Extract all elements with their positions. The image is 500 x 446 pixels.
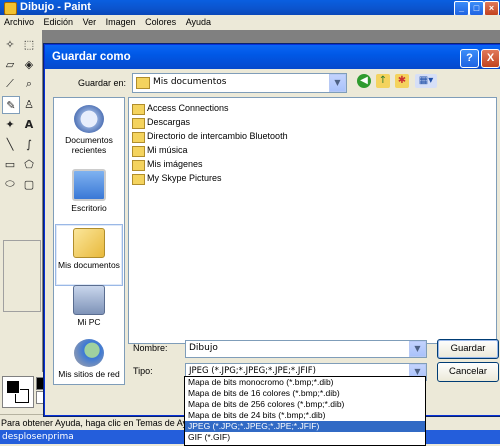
menu-edicion[interactable]: Edición — [44, 15, 74, 29]
place-network[interactable]: Mis sitios de red — [55, 336, 123, 396]
place-my-computer[interactable]: Mi PC — [55, 282, 123, 342]
place-label: Documentos recientes — [65, 135, 113, 155]
pick-color-icon[interactable]: ⟋ — [2, 76, 18, 92]
dialog-title-bar: Guardar como ? X — [45, 45, 500, 69]
rectangle-icon[interactable]: ▭ — [2, 156, 18, 172]
place-label: Escritorio — [71, 203, 107, 213]
file-name: Directorio de intercambio Bluetooth — [147, 131, 288, 141]
type-option[interactable]: Mapa de bits monocromo (*.bmp;*.dib) — [185, 377, 425, 388]
save-as-dialog: Guardar como ? X Guardar en: Mis documen… — [44, 44, 500, 416]
maximize-button[interactable]: □ — [469, 1, 484, 16]
save-in-combo[interactable]: Mis documentos ▼ — [132, 73, 347, 93]
text-icon[interactable]: A — [21, 116, 37, 132]
network-places-icon — [74, 339, 104, 367]
polygon-icon[interactable]: ⬠ — [21, 156, 37, 172]
fill-icon[interactable]: ◈ — [21, 56, 37, 72]
list-item[interactable]: Mis imágenes — [132, 158, 203, 171]
pencil-icon[interactable]: ✎ — [2, 96, 20, 114]
minimize-button[interactable]: _ — [454, 1, 469, 16]
pictures-folder-icon — [132, 160, 145, 171]
desktop-icon — [72, 169, 106, 201]
paint-window-title: Dibujo - Paint — [20, 1, 91, 13]
my-computer-icon — [73, 285, 105, 315]
curve-icon[interactable]: ∫ — [21, 136, 37, 152]
place-label: Mi PC — [77, 317, 101, 327]
type-option[interactable]: Mapa de bits de 16 colores (*.bmp;*.dib) — [185, 388, 425, 399]
line-icon[interactable]: ╲ — [2, 136, 18, 152]
list-item[interactable]: Access Connections — [132, 102, 229, 115]
paint-title-bar: Dibujo - Paint _ □ × — [0, 0, 500, 16]
list-item[interactable]: Descargas — [132, 116, 190, 129]
place-label: Mis documentos — [58, 260, 120, 270]
type-option[interactable]: GIF (*.GIF) — [185, 432, 425, 443]
paint-app-icon — [4, 2, 17, 15]
name-label: Nombre: — [133, 343, 168, 353]
file-type-dropdown-list[interactable]: Mapa de bits monocromo (*.bmp;*.dib) Map… — [184, 376, 426, 446]
back-icon[interactable]: ◀ — [357, 74, 371, 88]
file-name-field[interactable]: Dibujo ▼ — [185, 340, 427, 358]
type-option[interactable]: Mapa de bits de 24 bits (*.bmp;*.dib) — [185, 410, 425, 421]
new-folder-icon[interactable]: ✱ — [395, 74, 409, 88]
list-item[interactable]: Directorio de intercambio Bluetooth — [132, 130, 288, 143]
file-name-value: Dibujo — [189, 343, 218, 353]
brush-icon[interactable]: ♙ — [21, 96, 37, 112]
folder-icon — [136, 77, 150, 89]
file-name: Descargas — [147, 117, 191, 127]
place-my-documents[interactable]: Mis documentos — [55, 224, 123, 286]
places-bar: Documentos recientes Escritorio Mis docu… — [53, 97, 125, 385]
status-text: Para obtener Ayuda, haga clic en Temas d… — [1, 418, 203, 428]
menu-colores[interactable]: Colores — [145, 15, 176, 29]
rounded-rect-icon[interactable]: ▢ — [21, 176, 37, 192]
list-item[interactable]: My Skype Pictures — [132, 172, 222, 185]
rect-select-icon[interactable]: ⬚ — [21, 36, 37, 52]
cancel-button[interactable]: Cancelar — [437, 362, 499, 382]
menu-ayuda[interactable]: Ayuda — [186, 15, 211, 29]
file-name: Access Connections — [147, 103, 229, 113]
airbrush-icon[interactable]: ✦ — [2, 116, 18, 132]
file-type-value: JPEG (*.JPG;*.JPEG;*.JPE;*.JFIF) — [189, 366, 316, 376]
menu-imagen[interactable]: Imagen — [106, 15, 136, 29]
file-name: Mi música — [147, 145, 188, 155]
eraser-icon[interactable]: ▱ — [2, 56, 18, 72]
type-label: Tipo: — [133, 366, 153, 376]
ellipse-icon[interactable]: ⬭ — [2, 176, 18, 192]
chevron-down-icon[interactable]: ▼ — [329, 74, 346, 92]
close-button[interactable]: × — [484, 1, 499, 16]
folder-icon — [132, 104, 145, 115]
type-option[interactable]: Mapa de bits de 256 colores (*.bmp;*.dib… — [185, 399, 425, 410]
dialog-close-button[interactable]: X — [481, 49, 500, 68]
list-item[interactable]: Mi música — [132, 144, 188, 157]
file-list[interactable]: Access Connections Descargas Directorio … — [128, 97, 497, 344]
menu-bar: Archivo Edición Ver Imagen Colores Ayuda — [0, 15, 500, 29]
up-folder-icon[interactable]: ↑ — [376, 74, 390, 88]
menu-ver[interactable]: Ver — [83, 15, 97, 29]
folder-icon — [132, 174, 145, 185]
view-menu-icon[interactable]: ▦▾ — [415, 74, 437, 88]
file-name: Mis imágenes — [147, 159, 203, 169]
folder-icon — [132, 132, 145, 143]
taskbar-item[interactable]: desplosenprima — [0, 431, 74, 443]
magnifier-icon[interactable]: ⌕ — [21, 76, 37, 92]
free-select-icon[interactable]: ✧ — [2, 36, 18, 52]
tool-options-box[interactable] — [3, 240, 41, 312]
place-label: Mis sitios de red — [58, 369, 120, 379]
place-desktop[interactable]: Escritorio — [55, 166, 123, 226]
chevron-down-icon[interactable]: ▼ — [409, 341, 426, 357]
type-option-selected[interactable]: JPEG (*.JPG;*.JPEG;*.JPE;*.JFIF) — [185, 421, 425, 432]
menu-archivo[interactable]: Archivo — [4, 15, 34, 29]
file-name: My Skype Pictures — [147, 173, 222, 183]
save-button[interactable]: Guardar — [437, 339, 499, 359]
music-folder-icon — [132, 146, 145, 157]
save-in-label: Guardar en: — [78, 78, 127, 88]
folder-icon — [132, 118, 145, 129]
toolbox: ✧ ⬚ ▱ ◈ ⟋ ⌕ ✎ ♙ ✦ A ╲ ∫ ▭ ⬠ ⬭ ▢ — [0, 30, 43, 372]
help-button[interactable]: ? — [460, 49, 479, 68]
current-colors — [2, 376, 34, 408]
dialog-title: Guardar como — [52, 51, 131, 63]
save-in-value: Mis documentos — [153, 77, 227, 87]
place-recent-documents[interactable]: Documentos recientes — [55, 102, 123, 162]
foreground-color[interactable] — [6, 380, 20, 394]
my-documents-icon — [73, 228, 105, 258]
recent-documents-icon — [74, 105, 104, 133]
